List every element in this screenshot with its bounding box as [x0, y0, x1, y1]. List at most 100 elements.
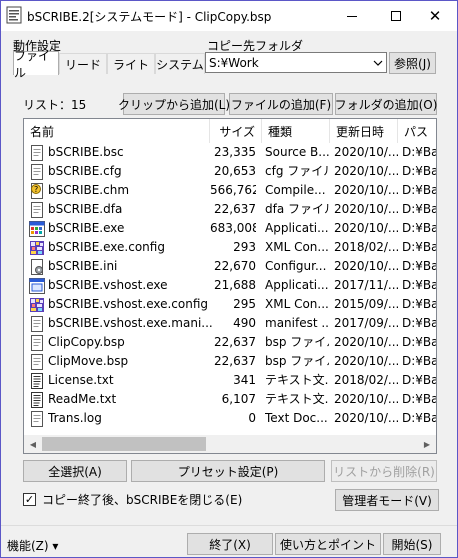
- close-after-copy-label: コピー終了後、bSCRIBEを閉じる(E): [42, 492, 243, 507]
- file-date-cell: 2020/10/...: [334, 411, 398, 425]
- close-after-copy-checkbox[interactable]: ✓: [23, 492, 36, 506]
- list-item[interactable]: bSCRIBE.vshost.exe.mani... 490 manifest ..…: [24, 314, 436, 333]
- list-item[interactable]: Trans.log 0 Text Doc... 2020/10/... D:¥Bac: [24, 409, 436, 428]
- tab-light[interactable]: ライト: [107, 53, 155, 74]
- howto-button[interactable]: 使い方とポイント: [275, 533, 381, 555]
- file-date-cell: 2020/10/...: [334, 354, 398, 368]
- file-name-cell: License.txt: [48, 373, 114, 387]
- list-item[interactable]: bSCRIBE.bsc 23,335 Source B... 2020/10/... D…: [24, 143, 436, 162]
- add-from-clipboard-button[interactable]: クリップから追加(L): [118, 93, 230, 115]
- file-type-cell: dfa ファイル: [265, 202, 329, 216]
- list-item[interactable]: bSCRIBE.dfa 22,637 dfa ファイル 2020/10/... D:¥B…: [24, 200, 436, 219]
- preset-settings-button[interactable]: プリセット設定(P): [131, 460, 325, 482]
- tab-file[interactable]: ファイル: [13, 49, 59, 80]
- file-name-cell: bSCRIBE.cfg: [48, 164, 122, 178]
- document-icon: [31, 145, 43, 161]
- file-name-cell: Trans.log: [48, 411, 102, 425]
- file-date-cell: 2017/11/...: [334, 278, 398, 292]
- list-item[interactable]: bSCRIBE.cfg 20,653 cfg ファイル 2020/10/... D:¥B…: [24, 162, 436, 181]
- add-folder-button[interactable]: フォルダの追加(O): [335, 93, 437, 115]
- file-date-cell: 2018/02/...: [334, 373, 398, 387]
- file-name-cell: bSCRIBE.dfa: [48, 202, 123, 216]
- select-all-button[interactable]: 全選択(A): [23, 460, 127, 482]
- document-icon: [31, 164, 43, 180]
- list-item[interactable]: bSCRIBE.vshost.exe.config 295 XML Con... 20…: [24, 295, 436, 314]
- list-item[interactable]: License.txt 341 テキスト文... 2018/02/... D:¥Bac: [24, 371, 436, 390]
- file-type-cell: テキスト文...: [265, 373, 329, 387]
- file-size-cell: 21,688: [214, 278, 256, 292]
- file-name-cell: ClipMove.bsp: [48, 354, 129, 368]
- file-type-cell: cfg ファイル: [265, 164, 329, 178]
- minimize-button[interactable]: [331, 1, 373, 31]
- text-file-icon: [31, 392, 43, 408]
- title-bar[interactable]: bSCRIBE.2[システムモード] - ClipCopy.bsp ✕: [1, 1, 457, 31]
- file-path-cell: D:¥Bac: [402, 354, 436, 368]
- exit-button[interactable]: 終了(X): [187, 533, 273, 555]
- file-path-cell: D:¥Bac: [402, 411, 436, 425]
- file-type-cell: XML Con...: [265, 297, 329, 311]
- scrollbar-thumb[interactable]: [42, 437, 206, 451]
- svg-text:?: ?: [34, 185, 38, 194]
- destination-folder-input[interactable]: [206, 53, 370, 72]
- file-name-cell: bSCRIBE.exe: [48, 221, 125, 235]
- tab-system[interactable]: システム: [155, 53, 205, 74]
- close-button[interactable]: ✕: [414, 1, 456, 31]
- list-item[interactable]: bSCRIBE.exe 683,008 Applicati... 2020/10/..…: [24, 219, 436, 238]
- horizontal-scrollbar[interactable]: ◀ ▶: [24, 435, 436, 453]
- maximize-icon: [391, 11, 401, 21]
- column-header-size[interactable]: サイズ: [210, 119, 262, 143]
- config-icon: [30, 241, 44, 255]
- close-after-copy-option[interactable]: ✓ コピー終了後、bSCRIBEを閉じる(E): [23, 491, 242, 507]
- list-item[interactable]: bSCRIBE.ini 22,670 Configur... 2020/10/... D…: [24, 257, 436, 276]
- function-menu[interactable]: 機能(Z) ▾: [7, 537, 58, 554]
- app-icon: [29, 221, 45, 237]
- file-path-cell: D:¥Bac: [402, 221, 436, 235]
- app-logo-icon: [6, 6, 22, 24]
- list-item[interactable]: ClipCopy.bsp 22,637 bsp ファイル 2020/10/... D:¥…: [24, 333, 436, 352]
- tab-read[interactable]: リード: [59, 53, 107, 74]
- file-date-cell: 2020/10/...: [334, 145, 398, 159]
- browse-button[interactable]: 参照(J): [389, 52, 436, 74]
- dropdown-arrow-button[interactable]: [369, 53, 386, 72]
- file-name-cell: bSCRIBE.vshost.exe: [48, 278, 168, 292]
- list-item[interactable]: ? bSCRIBE.chm 566,762 Compile... 2020/10/...…: [24, 181, 436, 200]
- file-path-cell: D:¥Bac: [402, 297, 436, 311]
- file-path-cell: D:¥Bac: [402, 145, 436, 159]
- add-file-button[interactable]: ファイルの追加(F): [229, 93, 333, 115]
- column-header-name[interactable]: 名前: [24, 119, 210, 143]
- file-date-cell: 2020/10/...: [334, 183, 398, 197]
- file-name-cell: bSCRIBE.chm: [48, 183, 130, 197]
- scroll-left-arrow-icon[interactable]: ◀: [24, 435, 42, 453]
- file-list[interactable]: 名前 サイズ 種類 更新日時 パス bSCRIBE.bsc 23,335 Sourc…: [23, 118, 437, 454]
- list-item[interactable]: ClipMove.bsp 22,637 bsp ファイル 2020/10/... D:¥…: [24, 352, 436, 371]
- column-header-path[interactable]: パス: [398, 119, 436, 143]
- file-name-cell: bSCRIBE.ini: [48, 259, 118, 273]
- file-date-cell: 2015/09/...: [334, 297, 398, 311]
- file-type-cell: bsp ファイル: [265, 335, 329, 349]
- remove-from-list-button[interactable]: リストから削除(R): [331, 460, 437, 482]
- scroll-right-arrow-icon[interactable]: ▶: [418, 435, 436, 453]
- file-size-cell: 293: [233, 240, 256, 254]
- list-item[interactable]: ReadMe.txt 6,107 テキスト文... 2020/10/... D:¥Bac: [24, 390, 436, 409]
- list-count-label: リスト：15: [23, 98, 87, 112]
- file-size-cell: 683,008: [210, 221, 256, 235]
- file-name-cell: bSCRIBE.vshost.exe.config: [48, 297, 209, 311]
- maximize-button[interactable]: [375, 1, 417, 31]
- file-date-cell: 2017/09/...: [334, 316, 398, 330]
- destination-folder-combobox[interactable]: [205, 52, 387, 73]
- list-item[interactable]: bSCRIBE.vshost.exe 21,688 Applicati... 2017…: [24, 276, 436, 295]
- file-size-cell: 6,107: [221, 392, 256, 406]
- file-path-cell: D:¥Bac: [402, 183, 436, 197]
- help-file-icon: ?: [31, 183, 43, 199]
- document-icon: [31, 316, 43, 332]
- file-type-cell: Configur...: [265, 259, 327, 273]
- file-path-cell: D:¥Bac: [402, 259, 436, 273]
- start-button[interactable]: 開始(S): [383, 533, 441, 555]
- file-type-cell: Applicati...: [265, 278, 329, 292]
- file-date-cell: 2020/10/...: [334, 164, 398, 178]
- list-item[interactable]: bSCRIBE.exe.config 293 XML Con... 2018/02/.…: [24, 238, 436, 257]
- file-type-cell: XML Con...: [265, 240, 329, 254]
- admin-mode-button[interactable]: 管理者モード(V): [335, 489, 439, 511]
- column-header-type[interactable]: 種類: [262, 119, 330, 143]
- column-header-date[interactable]: 更新日時: [330, 119, 398, 143]
